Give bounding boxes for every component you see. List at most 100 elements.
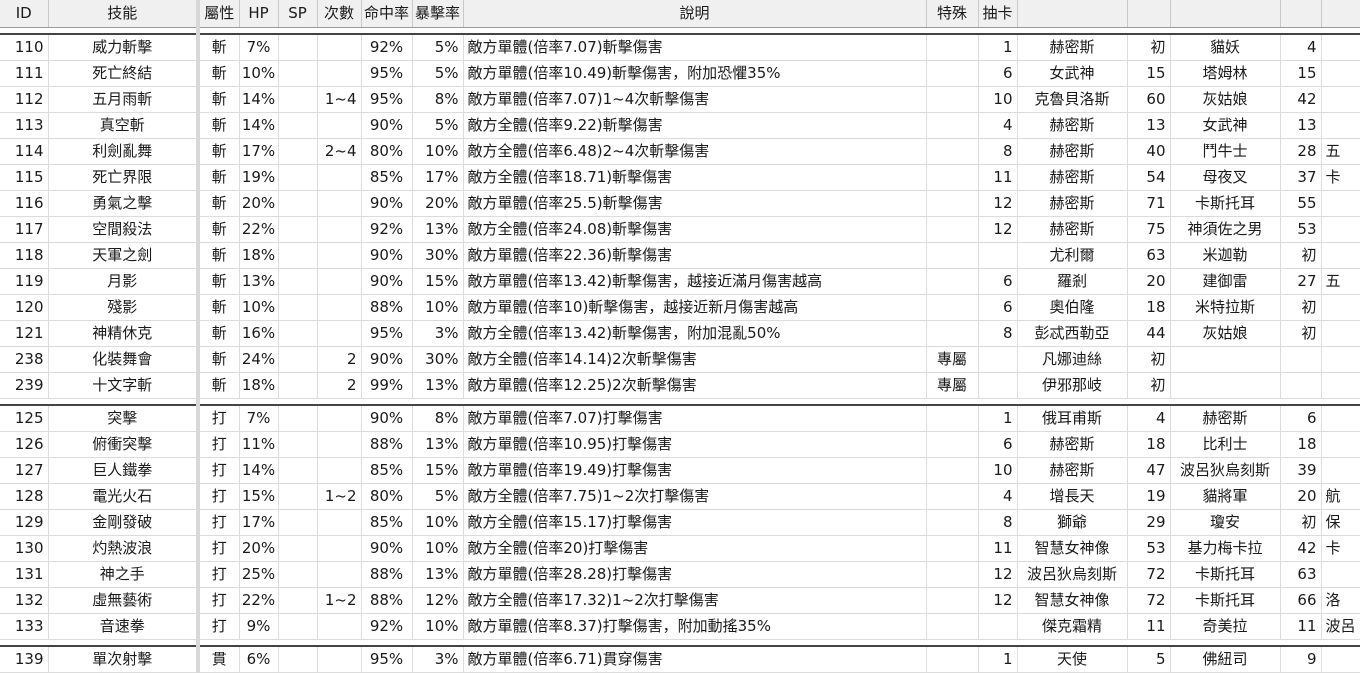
cell-count [317, 34, 362, 61]
cell-level-a: 60 [1127, 86, 1171, 113]
cell-hit-rate: 95% [361, 60, 413, 87]
cell-persona-b: 波呂狄烏刻斯 [1170, 457, 1281, 484]
cell-special [926, 294, 979, 321]
header-card[interactable]: 抽卡 [978, 0, 1018, 28]
table-row[interactable]: 121 神精休克斬 16% 95% 3% 敵方全體(倍率13.42)斬擊傷害，附加混亂50… [0, 320, 1360, 347]
table-row[interactable]: 132 虛無藝術打 22% 1~2 88% 12% 敵方全體(倍率17.32)1~2次打擊傷… [0, 587, 1360, 614]
table-row[interactable]: 116 勇氣之擊斬 20% 90% 20% 敵方單體(倍率25.5)斬擊傷害 12 赫密斯 71… [0, 190, 1360, 217]
cell-level-b: 9 [1280, 646, 1322, 673]
header-crit-rate[interactable]: 暴擊率 [412, 0, 464, 28]
table-row[interactable]: 117 空間殺法斬 22% 92% 13% 敵方全體(倍率24.08)斬擊傷害 12 赫密斯 7… [0, 216, 1360, 243]
cell-special [926, 138, 979, 165]
cell-description: 敵方全體(倍率15.17)打擊傷害 [463, 509, 927, 536]
cell-special [926, 320, 979, 347]
table-row[interactable]: 128 電光火石打 15% 1~2 80% 5% 敵方全體(倍率7.75)1~2次打擊傷害 4… [0, 483, 1360, 510]
cell-sp [278, 242, 318, 269]
cell-card: 6 [978, 431, 1018, 458]
cell-sp [278, 112, 318, 139]
cell-attribute: 打 [196, 405, 240, 432]
cell-persona-b: 灰姑娘 [1170, 320, 1281, 347]
table-row[interactable]: 238 化裝舞會斬 24% 2 90% 30% 敵方全體(倍率14.14)2次斬擊傷害 專屬 凡… [0, 346, 1360, 373]
cell-count: 2 [317, 372, 362, 399]
table-row[interactable]: 129 金剛發破打 17% 85% 10% 敵方全體(倍率15.17)打擊傷害 8 獅爺 29 瓊… [0, 509, 1360, 536]
table-row[interactable]: 115 死亡界限斬 19% 85% 17% 敵方全體(倍率18.71)斬擊傷害 11 赫密斯 5… [0, 164, 1360, 191]
cell-attribute: 打 [196, 509, 240, 536]
header-hp[interactable]: HP [239, 0, 279, 28]
table-row[interactable]: 239 十文字斬斬 18% 2 99% 13% 敵方單體(倍率12.25)2次斬擊傷害 專屬 伊… [0, 372, 1360, 399]
cell-persona-c: 五 [1321, 138, 1360, 165]
table-row[interactable]: 112 五月雨斬斬 14% 1~4 95% 8% 敵方單體(倍率7.07)1~4次斬擊傷害 1… [0, 86, 1360, 113]
header-attribute[interactable]: 屬性 [196, 0, 240, 28]
cell-hp: 18% [239, 372, 279, 399]
header-extra-4[interactable] [1280, 0, 1322, 28]
cell-hp: 20% [239, 190, 279, 217]
cell-level-b: 63 [1280, 561, 1322, 588]
header-extra-5[interactable] [1321, 0, 1360, 28]
cell-persona-c [1321, 216, 1360, 243]
cell-persona-a: 波呂狄烏刻斯 [1017, 561, 1128, 588]
cell-id: 117 [0, 216, 49, 243]
table-row[interactable]: 126 俯衝突擊打 11% 88% 13% 敵方單體(倍率10.95)打擊傷害 6 赫密斯 18… [0, 431, 1360, 458]
cell-crit-rate: 5% [412, 34, 464, 61]
header-extra-2[interactable] [1127, 0, 1171, 28]
cell-level-a: 初 [1127, 346, 1171, 373]
cell-persona-c [1321, 405, 1360, 432]
cell-attribute: 斬 [196, 268, 240, 295]
cell-level-b: 20 [1280, 483, 1322, 510]
cell-id: 120 [0, 294, 49, 321]
cell-skill: 音速拳 [48, 613, 199, 640]
table-row[interactable]: 127 巨人鐵拳打 14% 85% 15% 敵方單體(倍率19.49)打擊傷害 10 赫密斯 4… [0, 457, 1360, 484]
table-row[interactable]: 125 突擊打 7% 90% 8% 敵方單體(倍率7.07)打擊傷害 1 俄耳甫斯 4 赫密斯 6 [0, 405, 1360, 432]
table-row[interactable]: 133 音速拳打 9% 92% 10% 敵方單體(倍率8.37)打擊傷害，附加動搖35% 傑… [0, 613, 1360, 640]
table-row[interactable]: 114 利劍亂舞斬 17% 2~4 80% 10% 敵方全體(倍率6.48)2~4次斬擊傷害… [0, 138, 1360, 165]
cell-id: 238 [0, 346, 49, 373]
header-id[interactable]: ID [0, 0, 49, 28]
header-extra-3[interactable] [1170, 0, 1281, 28]
cell-persona-a: 羅剎 [1017, 268, 1128, 295]
header-count[interactable]: 次數 [317, 0, 362, 28]
cell-persona-c [1321, 86, 1360, 113]
header-hit-rate[interactable]: 命中率 [361, 0, 413, 28]
cell-card: 12 [978, 587, 1018, 614]
cell-hit-rate: 90% [361, 405, 413, 432]
cell-crit-rate: 8% [412, 86, 464, 113]
cell-level-a: 初 [1127, 372, 1171, 399]
cell-description: 敵方單體(倍率7.07)1~4次斬擊傷害 [463, 86, 927, 113]
header-extra-1[interactable] [1017, 0, 1128, 28]
cell-persona-c [1321, 346, 1360, 373]
table-row[interactable]: 120 殘影斬 10% 88% 10% 敵方單體(倍率10)斬擊傷害，越接近新月傷害越高 6… [0, 294, 1360, 321]
cell-count [317, 535, 362, 562]
cell-id: 132 [0, 587, 49, 614]
header-special[interactable]: 特殊 [926, 0, 979, 28]
cell-card: 8 [978, 509, 1018, 536]
cell-special: 專屬 [926, 372, 979, 399]
cell-id: 118 [0, 242, 49, 269]
cell-level-b [1280, 346, 1322, 373]
cell-special [926, 535, 979, 562]
cell-persona-c: 卡 [1321, 535, 1360, 562]
cell-description: 敵方單體(倍率10)斬擊傷害，越接近新月傷害越高 [463, 294, 927, 321]
header-description[interactable]: 說明 [463, 0, 927, 28]
table-row[interactable]: 130 灼熱波浪打 20% 90% 10% 敵方全體(倍率20)打擊傷害 11 智慧女神像 53… [0, 535, 1360, 562]
cell-persona-a: 赫密斯 [1017, 431, 1128, 458]
cell-id: 110 [0, 34, 49, 61]
header-sp[interactable]: SP [278, 0, 318, 28]
table-row[interactable]: 111 死亡終結斬 10% 95% 5% 敵方單體(倍率10.49)斬擊傷害，附加恐懼35… [0, 60, 1360, 87]
cell-card: 6 [978, 60, 1018, 87]
cell-persona-a: 女武神 [1017, 60, 1128, 87]
table-row[interactable]: 119 月影斬 13% 90% 15% 敵方單體(倍率13.42)斬擊傷害，越接近滿月傷害… [0, 268, 1360, 295]
cell-persona-c [1321, 320, 1360, 347]
table-row[interactable]: 139 單次射擊貫 6% 95% 3% 敵方單體(倍率6.71)貫穿傷害 1 天使 5 佛紐司 9 [0, 646, 1360, 673]
cell-sp [278, 535, 318, 562]
cell-attribute: 斬 [196, 320, 240, 347]
table-row[interactable]: 113 真空斬斬 14% 90% 5% 敵方全體(倍率9.22)斬擊傷害 4 赫密斯 13 女武神… [0, 112, 1360, 139]
cell-level-b [1280, 372, 1322, 399]
cell-description: 敵方全體(倍率9.22)斬擊傷害 [463, 112, 927, 139]
cell-description: 敵方全體(倍率7.75)1~2次打擊傷害 [463, 483, 927, 510]
table-row[interactable]: 110 威力斬擊斬 7% 92% 5% 敵方單體(倍率7.07)斬擊傷害 1 赫密斯初貓妖 4 [0, 34, 1360, 61]
header-skill[interactable]: 技能 [48, 0, 199, 28]
cell-persona-a: 赫密斯 [1017, 34, 1128, 61]
cell-description: 敵方單體(倍率19.49)打擊傷害 [463, 457, 927, 484]
table-row[interactable]: 118 天軍之劍斬 18% 90% 30% 敵方單體(倍率22.36)斬擊傷害 尤利爾 63 米… [0, 242, 1360, 269]
table-row[interactable]: 131 神之手打 25% 88% 13% 敵方單體(倍率28.28)打擊傷害 12 波呂狄烏刻… [0, 561, 1360, 588]
